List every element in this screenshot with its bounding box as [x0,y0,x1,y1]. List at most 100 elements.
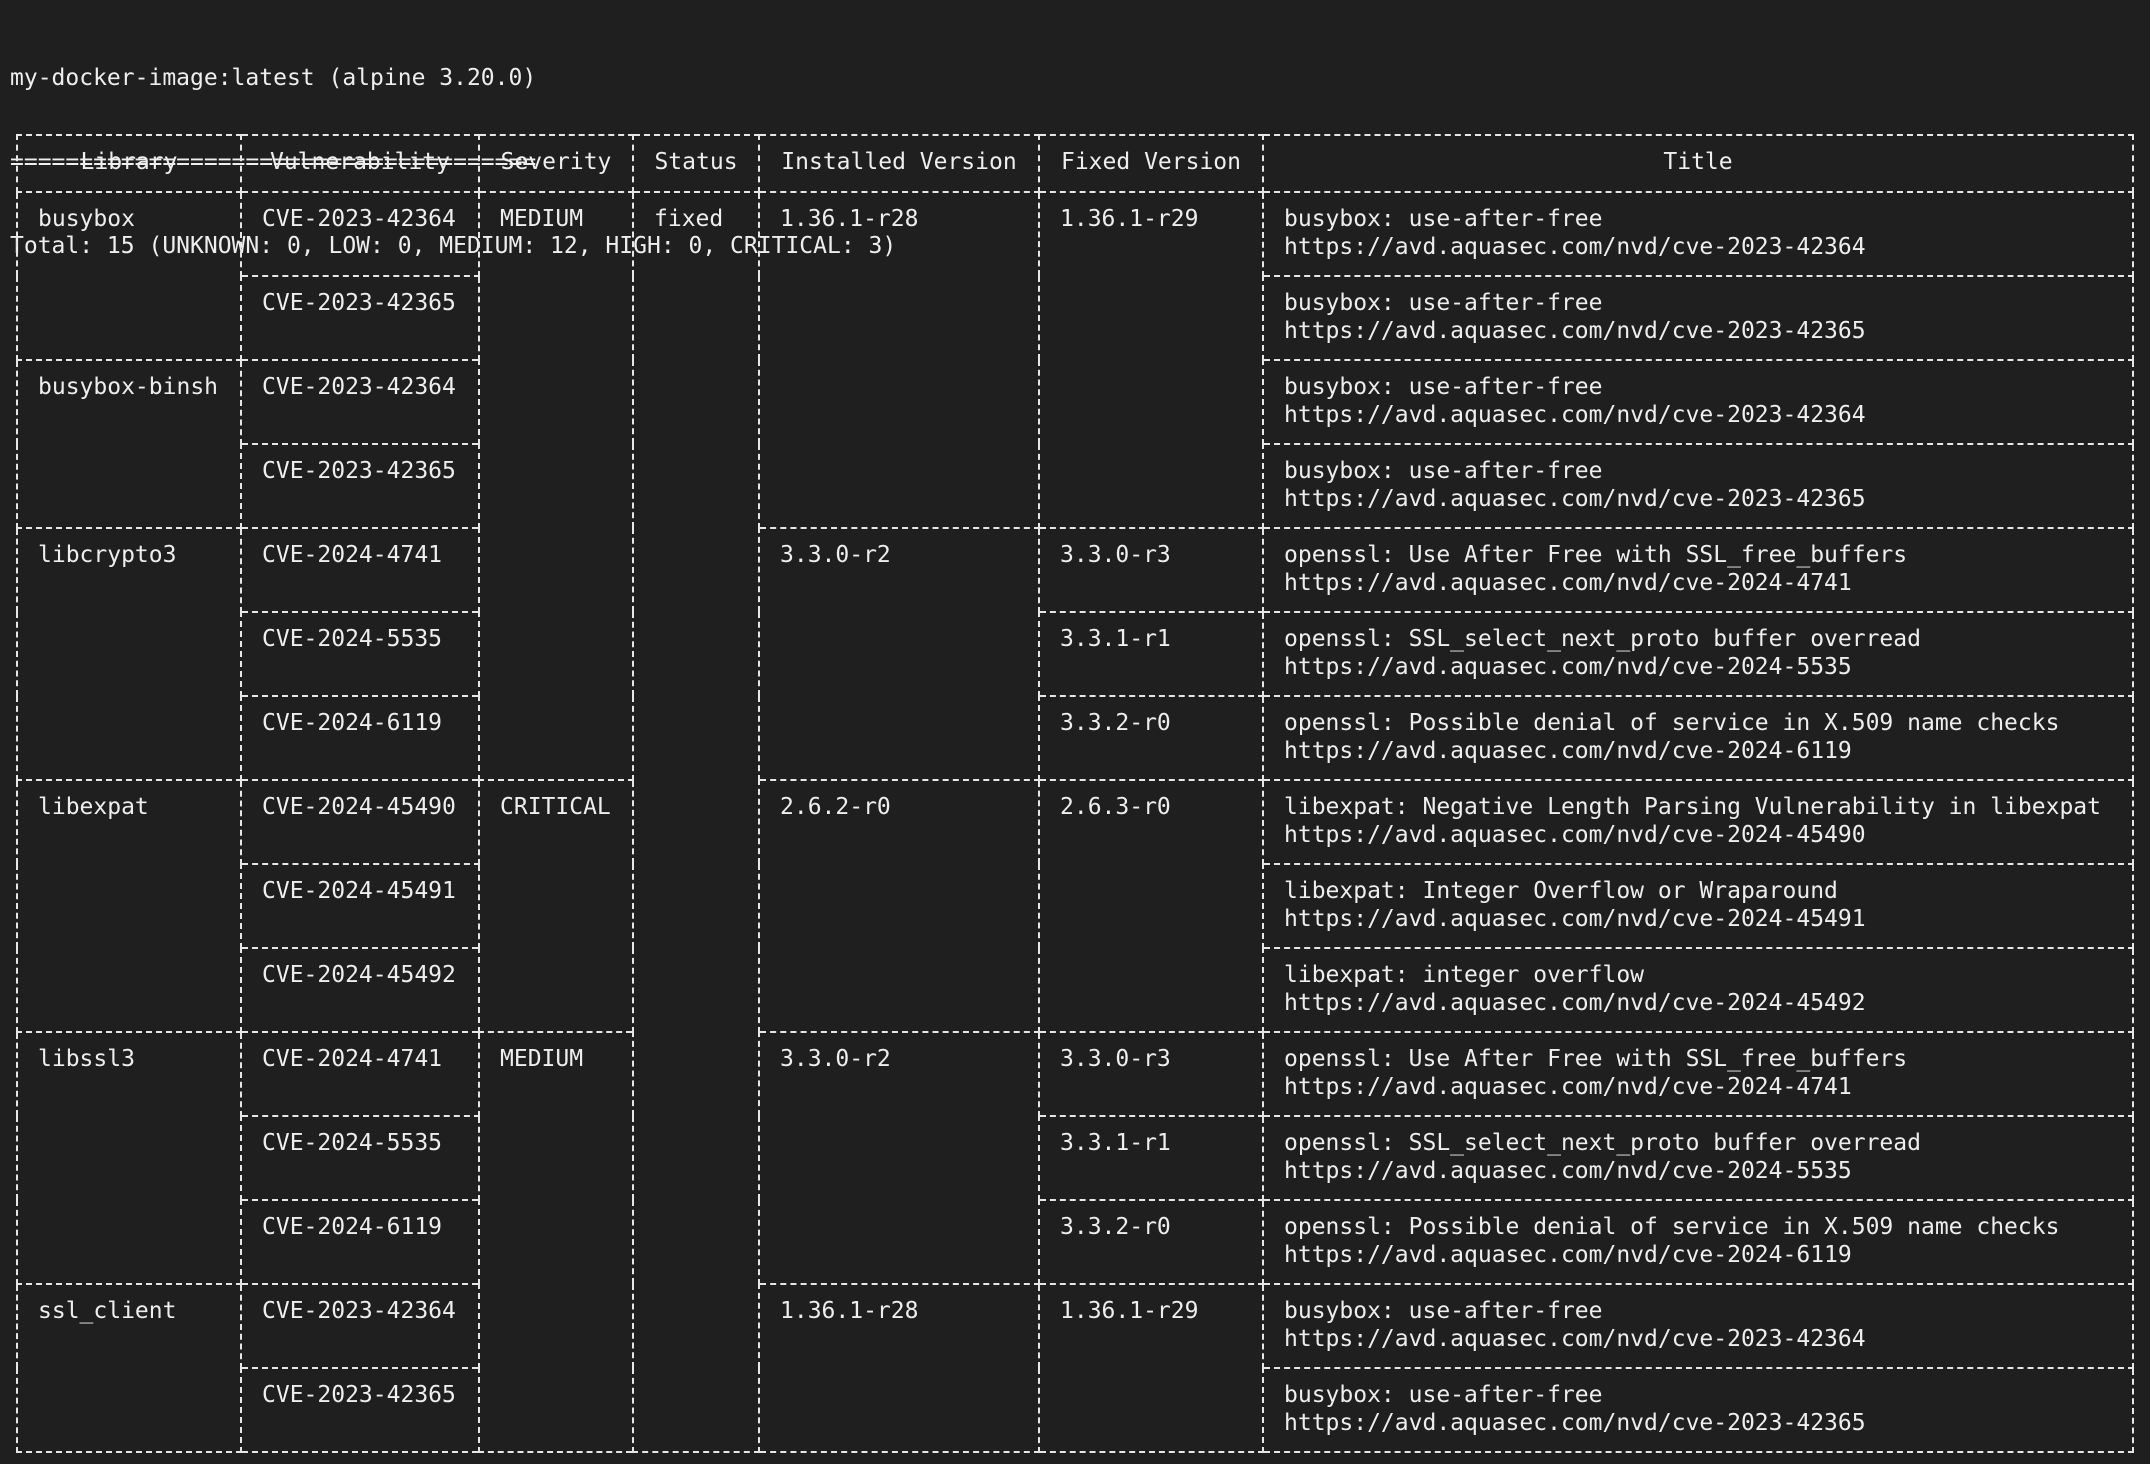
fixed-version-cell: 3.3.1-r1 [1038,611,1264,697]
fixed-version-cell: 3.3.1-r1 [1038,1115,1264,1201]
vulnerability-cell: CVE-2023-42364 [240,191,480,277]
fixed-version-cell: 3.3.0-r3 [1038,1031,1264,1117]
table-row: busybox CVE-2023-42364 MEDIUM fixed 1.36… [16,191,2134,1453]
library-cell: busybox [16,191,242,361]
vulnerability-cell: CVE-2023-42364 [240,359,480,445]
table-row: CVE-2024-6119 3.3.2-r0 openssl: Possible… [17,1199,2134,1285]
title-cell: openssl: Use After Free with SSL_free_bu… [1262,1031,2134,1117]
advisory-url: https://avd.aquasec.com/nvd/cve-2024-474… [1284,570,1852,596]
library-cell: ssl_client [16,1283,242,1453]
title-text: libexpat: integer overflow [1284,962,1645,988]
advisory-url: https://avd.aquasec.com/nvd/cve-2024-553… [1284,654,1852,680]
advisory-url: https://avd.aquasec.com/nvd/cve-2024-454… [1284,822,1866,848]
vulnerability-cell: CVE-2024-45492 [240,947,480,1033]
advisory-url: https://avd.aquasec.com/nvd/cve-2024-553… [1284,1158,1852,1184]
advisory-url: https://avd.aquasec.com/nvd/cve-2023-423… [1284,1326,1866,1352]
status-cell: fixed [632,191,760,1453]
column-header-vulnerability: Vulnerability [240,134,480,193]
title-text: busybox: use-after-free [1284,206,1603,232]
advisory-url: https://avd.aquasec.com/nvd/cve-2023-423… [1284,1410,1866,1436]
column-header-title: Title [1262,134,2134,193]
table-row: libexpat CVE-2024-45490 CRITICAL 2.6.2-r… [16,779,2134,1033]
vulnerability-cell: CVE-2023-42365 [240,1367,480,1453]
vulnerability-cell: CVE-2023-42365 [240,443,480,529]
table-row: CVE-2024-5535 3.3.1-r1 openssl: SSL_sele… [17,611,2134,697]
table-row: CVE-2024-5535 3.3.1-r1 openssl: SSL_sele… [17,1115,2134,1201]
column-header-fixed-version: Fixed Version [1038,134,1264,193]
advisory-url: https://avd.aquasec.com/nvd/cve-2023-423… [1284,486,1866,512]
library-cell: busybox-binsh [16,359,242,529]
advisory-url: https://avd.aquasec.com/nvd/cve-2024-611… [1284,738,1852,764]
vulnerability-cell: CVE-2024-45490 [240,779,480,865]
title-text: openssl: Use After Free with SSL_free_bu… [1284,1046,1908,1072]
installed-version-cell: 1.36.1-r28 [758,1283,1040,1453]
installed-version-cell: 1.36.1-r28 [758,191,1040,529]
vulnerability-cell: CVE-2024-4741 [240,527,480,613]
title-text: busybox: use-after-free [1284,290,1603,316]
title-cell: openssl: Possible denial of service in X… [1262,695,2134,781]
title-cell: openssl: Use After Free with SSL_free_bu… [1262,527,2134,613]
fixed-version-cell: 3.3.2-r0 [1038,695,1264,781]
fixed-version-cell: 2.6.3-r0 [1038,779,1264,1033]
fixed-version-cell: 1.36.1-r29 [1038,191,1264,529]
title-text: openssl: Possible denial of service in X… [1284,1214,2060,1240]
title-text: busybox: use-after-free [1284,1298,1603,1324]
title-text: busybox: use-after-free [1284,458,1603,484]
title-cell: busybox: use-after-free https://avd.aquas… [1262,1367,2134,1453]
installed-version-cell: 3.3.0-r2 [758,1031,1040,1285]
title-cell: busybox: use-after-free https://avd.aquas… [1262,1283,2134,1369]
severity-cell: MEDIUM [478,1031,634,1453]
vulnerability-cell: CVE-2023-42364 [240,1283,480,1369]
vulnerability-cell: CVE-2024-6119 [240,695,480,781]
image-name-line: my-docker-image:latest (alpine 3.20.0) [10,65,537,91]
title-text: openssl: SSL_select_next_proto buffer ov… [1284,1130,1921,1156]
title-cell: openssl: SSL_select_next_proto buffer ov… [1262,611,2134,697]
table-row: ssl_client CVE-2023-42364 1.36.1-r28 1.3… [16,1283,2134,1453]
title-cell: libexpat: Integer Overflow or Wraparound… [1262,863,2134,949]
installed-version-cell: 2.6.2-r0 [758,779,1040,1033]
advisory-url: https://avd.aquasec.com/nvd/cve-2023-423… [1284,234,1866,260]
vulnerability-cell: CVE-2024-5535 [240,611,480,697]
title-text: openssl: SSL_select_next_proto buffer ov… [1284,626,1921,652]
column-header-severity: Severity [478,134,634,193]
title-text: openssl: Use After Free with SSL_free_bu… [1284,542,1908,568]
column-header-installed-version: Installed Version [758,134,1040,193]
table-row: libssl3 CVE-2024-4741 MEDIUM 3.3.0-r2 3.… [16,1031,2134,1453]
library-cell: libssl3 [16,1031,242,1285]
advisory-url: https://avd.aquasec.com/nvd/cve-2024-474… [1284,1074,1852,1100]
advisory-url: https://avd.aquasec.com/nvd/cve-2023-423… [1284,318,1866,344]
fixed-version-cell: 3.3.0-r3 [1038,527,1264,613]
title-text: openssl: Possible denial of service in X… [1284,710,2060,736]
severity-cell: CRITICAL [478,779,634,1033]
title-text: busybox: use-after-free [1284,374,1603,400]
title-cell: busybox: use-after-free https://avd.aquas… [1262,443,2134,529]
advisory-url: https://avd.aquasec.com/nvd/cve-2024-454… [1284,990,1866,1016]
column-header-library: Library [16,134,242,193]
title-cell: libexpat: integer overflow https://avd.aq… [1262,947,2134,1033]
severity-cell: MEDIUM [478,191,634,781]
title-cell: busybox: use-after-free https://avd.aquas… [1262,359,2134,445]
installed-version-cell: 3.3.0-r2 [758,527,1040,781]
title-text: busybox: use-after-free [1284,1382,1603,1408]
column-header-status: Status [632,134,760,193]
fixed-version-cell: 1.36.1-r29 [1038,1283,1264,1453]
library-cell: libexpat [16,779,242,1033]
table-row: libcrypto3 CVE-2024-4741 3.3.0-r2 3.3.0-… [16,527,2134,781]
library-cell: libcrypto3 [16,527,242,781]
title-cell: openssl: Possible denial of service in X… [1262,1199,2134,1285]
title-cell: busybox: use-after-free https://avd.aquas… [1262,191,2134,277]
title-cell: libexpat: Negative Length Parsing Vulner… [1262,779,2134,865]
title-text: libexpat: Integer Overflow or Wraparound [1284,878,1838,904]
title-cell: openssl: SSL_select_next_proto buffer ov… [1262,1115,2134,1201]
table-row: CVE-2024-6119 3.3.2-r0 openssl: Possible… [17,695,2134,781]
title-cell: busybox: use-after-free https://avd.aquas… [1262,275,2134,361]
vulnerability-cell: CVE-2024-4741 [240,1031,480,1117]
advisory-url: https://avd.aquasec.com/nvd/cve-2023-423… [1284,402,1866,428]
advisory-url: https://avd.aquasec.com/nvd/cve-2024-454… [1284,906,1866,932]
vulnerability-table: Library Vulnerability Severity Status In… [16,134,2134,1453]
vulnerability-cell: CVE-2024-45491 [240,863,480,949]
vulnerability-cell: CVE-2024-6119 [240,1199,480,1285]
vulnerability-cell: CVE-2024-5535 [240,1115,480,1201]
title-text: libexpat: Negative Length Parsing Vulner… [1284,794,2101,820]
table-header-row: Library Vulnerability Severity Status In… [16,134,2134,193]
